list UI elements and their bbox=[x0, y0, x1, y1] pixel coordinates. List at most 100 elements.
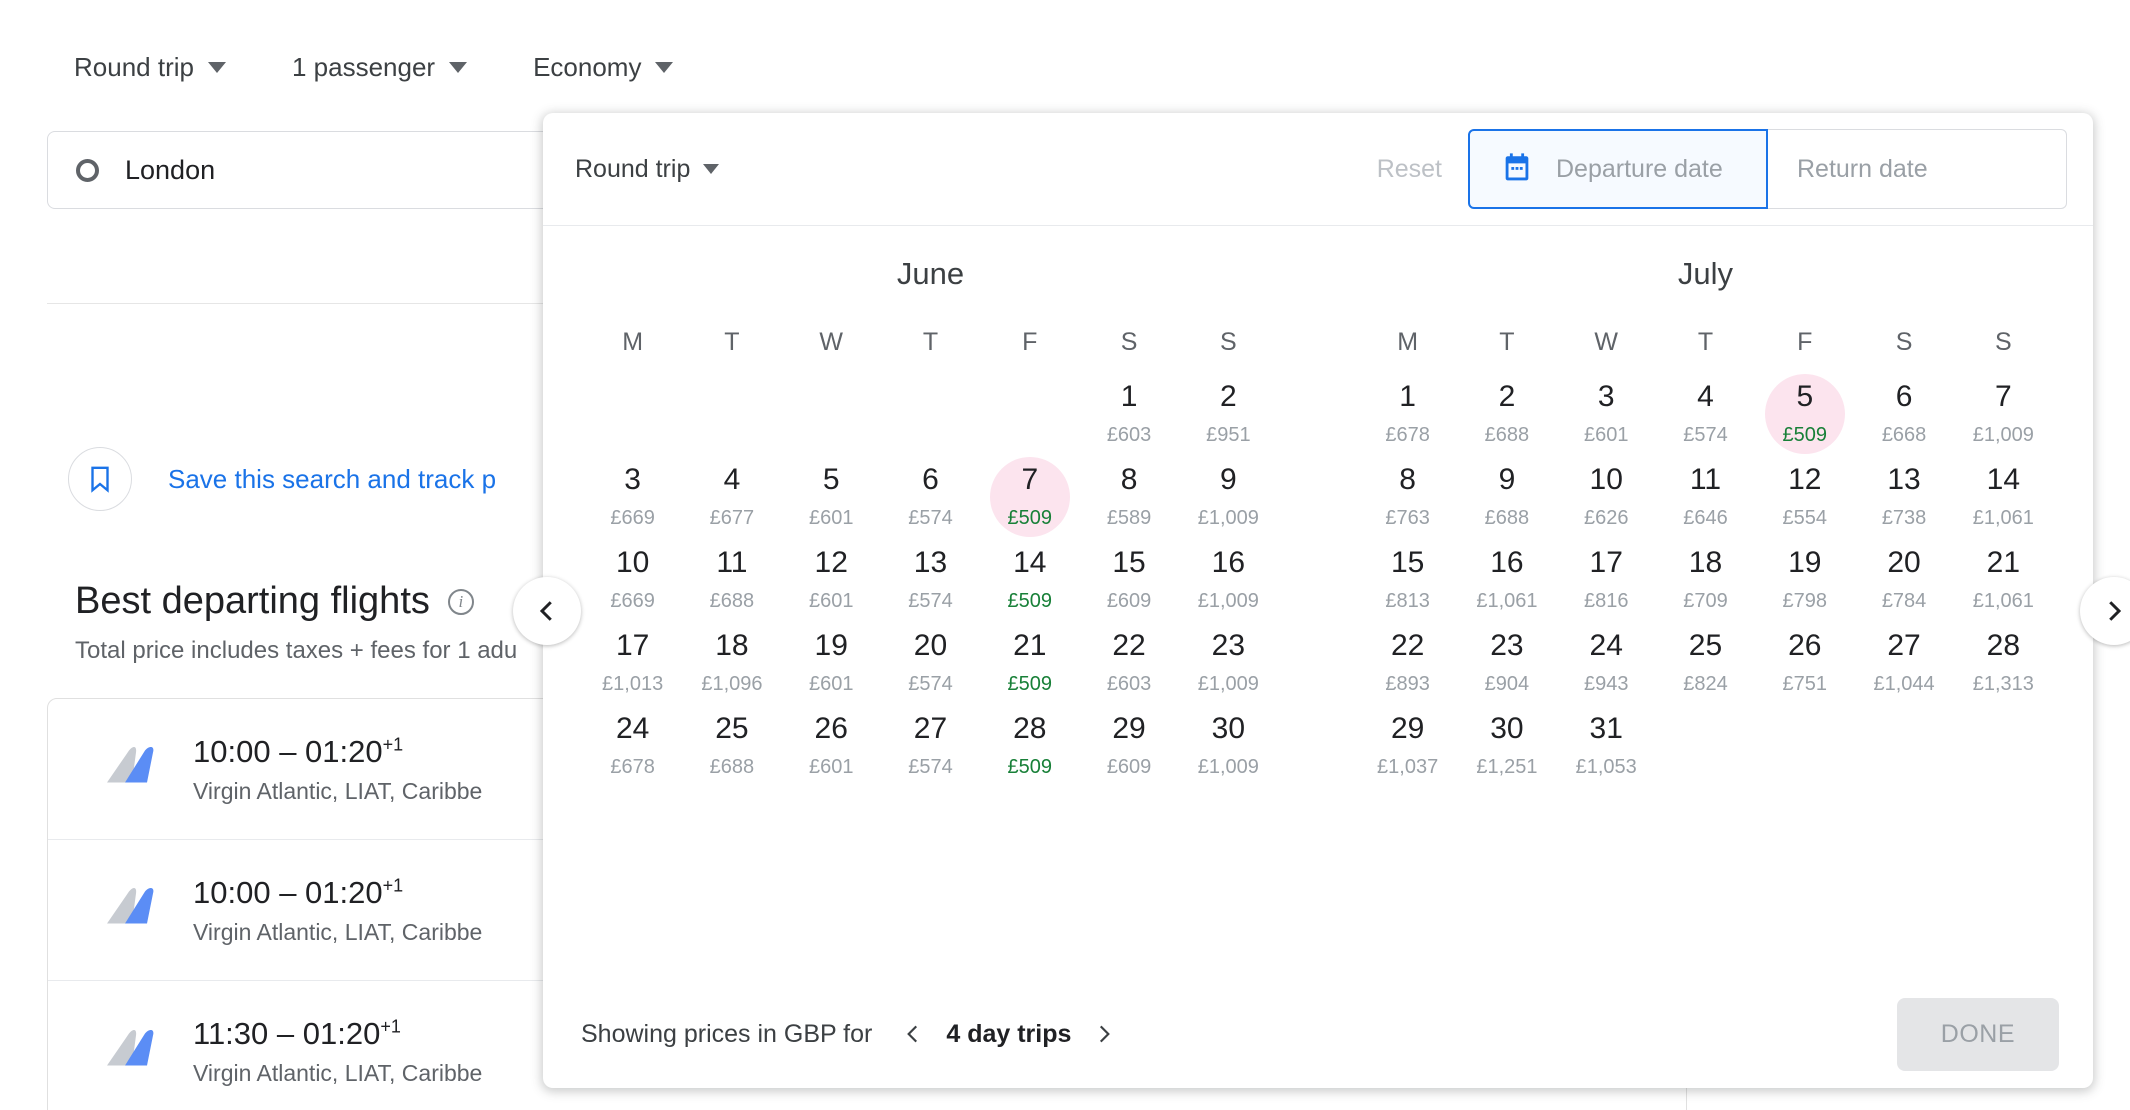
day-cell-july-14[interactable]: 14 £1,061 bbox=[1954, 462, 2053, 545]
day-cell-july-3[interactable]: 3 £601 bbox=[1557, 379, 1656, 462]
day-cell-july-5[interactable]: 5 £509 bbox=[1755, 374, 1854, 462]
day-cell-july-9[interactable]: 9 £688 bbox=[1457, 462, 1556, 545]
info-icon[interactable]: i bbox=[447, 588, 474, 615]
day-cell-july-23[interactable]: 23 £904 bbox=[1457, 628, 1556, 711]
trip-type-dropdown[interactable]: Round trip bbox=[575, 155, 720, 184]
day-cell-july-15[interactable]: 15 £813 bbox=[1358, 545, 1457, 628]
day-cell-june-16[interactable]: 16 £1,009 bbox=[1179, 545, 1278, 628]
day-cell-june-17[interactable]: 17 £1,013 bbox=[583, 628, 682, 711]
day-cell-july-24[interactable]: 24 £943 bbox=[1557, 628, 1656, 711]
empty-day-cell bbox=[682, 379, 781, 462]
increase-trip-length-button[interactable] bbox=[1089, 1019, 1119, 1049]
airline-logo bbox=[103, 1027, 165, 1076]
day-cell-june-29[interactable]: 29 £609 bbox=[1079, 711, 1178, 794]
day-cell-july-21[interactable]: 21 £1,061 bbox=[1954, 545, 2053, 628]
day-cell-june-12[interactable]: 12 £601 bbox=[782, 545, 881, 628]
day-price: £677 bbox=[709, 507, 755, 529]
day-price: £688 bbox=[709, 590, 755, 612]
day-cell-july-1[interactable]: 1 £678 bbox=[1358, 379, 1457, 462]
day-number: 4 bbox=[1697, 380, 1714, 413]
day-cell-june-30[interactable]: 30 £1,009 bbox=[1179, 711, 1278, 794]
day-cell-june-20[interactable]: 20 £574 bbox=[881, 628, 980, 711]
day-cell-june-10[interactable]: 10 £669 bbox=[583, 545, 682, 628]
day-price: £509 bbox=[1007, 756, 1053, 778]
day-cell-june-25[interactable]: 25 £688 bbox=[682, 711, 781, 794]
day-price: £1,061 bbox=[1476, 590, 1538, 612]
day-cell-june-19[interactable]: 19 £601 bbox=[782, 628, 881, 711]
day-price: £813 bbox=[1385, 590, 1430, 612]
day-cell-june-11[interactable]: 11 £688 bbox=[682, 545, 781, 628]
day-cell-june-6[interactable]: 6 £574 bbox=[881, 462, 980, 545]
day-cell-june-8[interactable]: 8 £589 bbox=[1079, 462, 1178, 545]
day-number: 17 bbox=[615, 629, 650, 662]
day-cell-june-28[interactable]: 28 £509 bbox=[980, 711, 1079, 794]
day-cell-july-31[interactable]: 31 £1,053 bbox=[1557, 711, 1656, 794]
day-number: 22 bbox=[1112, 629, 1146, 662]
day-cell-july-16[interactable]: 16 £1,061 bbox=[1457, 545, 1556, 628]
day-price: £509 bbox=[1007, 507, 1053, 529]
day-of-week-header: T bbox=[1499, 328, 1515, 356]
day-cell-june-13[interactable]: 13 £574 bbox=[881, 545, 980, 628]
done-button[interactable]: DONE bbox=[1896, 997, 2059, 1071]
date-picker-footer: Showing prices in GBP for 4 day trips DO… bbox=[543, 980, 2093, 1088]
day-cell-july-20[interactable]: 20 £784 bbox=[1854, 545, 1953, 628]
day-cell-july-30[interactable]: 30 £1,251 bbox=[1457, 711, 1556, 794]
day-price: £1,009 bbox=[1197, 756, 1259, 778]
day-number: 9 bbox=[1498, 463, 1516, 496]
option-chip-1[interactable]: 1 passenger bbox=[290, 48, 469, 87]
day-cell-june-27[interactable]: 27 £574 bbox=[881, 711, 980, 794]
day-cell-july-22[interactable]: 22 £893 bbox=[1358, 628, 1457, 711]
day-cell-july-26[interactable]: 26 £751 bbox=[1755, 628, 1854, 711]
return-date-placeholder: Return date bbox=[1797, 154, 1928, 183]
decrease-trip-length-button[interactable] bbox=[898, 1019, 928, 1049]
day-cell-june-1[interactable]: 1 £603 bbox=[1079, 379, 1178, 462]
day-cell-june-18[interactable]: 18 £1,096 bbox=[682, 628, 781, 711]
day-cell-july-25[interactable]: 25 £824 bbox=[1656, 628, 1755, 711]
reset-button[interactable]: Reset bbox=[1351, 155, 1468, 184]
option-chip-label: Economy bbox=[533, 52, 642, 82]
day-cell-june-21[interactable]: 21 £509 bbox=[980, 628, 1079, 711]
day-cell-july-28[interactable]: 28 £1,313 bbox=[1954, 628, 2053, 711]
flight-airlines: Virgin Atlantic, LIAT, Caribbe bbox=[193, 777, 483, 804]
day-cell-june-24[interactable]: 24 £678 bbox=[583, 711, 682, 794]
month-grid: M T W T F S S 1 £603 2 £951 3 £669 4 £677 5 £601 6 £574 7 £5… bbox=[583, 328, 1278, 794]
day-number: 9 bbox=[1220, 463, 1237, 496]
day-cell-july-6[interactable]: 6 £668 bbox=[1854, 379, 1953, 462]
day-cell-july-2[interactable]: 2 £688 bbox=[1457, 379, 1556, 462]
day-cell-july-8[interactable]: 8 £763 bbox=[1358, 462, 1457, 545]
day-cell-june-15[interactable]: 15 £609 bbox=[1079, 545, 1178, 628]
day-cell-july-11[interactable]: 11 £646 bbox=[1656, 462, 1755, 545]
day-price: £574 bbox=[908, 673, 953, 695]
day-cell-june-3[interactable]: 3 £669 bbox=[583, 462, 682, 545]
save-search-row[interactable]: Save this search and track p bbox=[68, 447, 496, 511]
day-cell-july-13[interactable]: 13 £738 bbox=[1854, 462, 1953, 545]
day-cell-june-5[interactable]: 5 £601 bbox=[782, 462, 881, 545]
day-cell-june-2[interactable]: 2 £951 bbox=[1179, 379, 1278, 462]
departure-date-input[interactable]: Departure date bbox=[1468, 129, 1768, 209]
day-cell-june-7[interactable]: 7 £509 bbox=[980, 457, 1079, 545]
day-cell-july-17[interactable]: 17 £816 bbox=[1557, 545, 1656, 628]
airline-logo bbox=[103, 745, 165, 794]
day-price: £574 bbox=[908, 590, 953, 612]
day-cell-june-22[interactable]: 22 £603 bbox=[1079, 628, 1178, 711]
prev-month-arrow[interactable] bbox=[513, 577, 581, 645]
day-cell-july-7[interactable]: 7 £1,009 bbox=[1954, 379, 2053, 462]
day-cell-july-10[interactable]: 10 £626 bbox=[1557, 462, 1656, 545]
return-date-input[interactable]: Return date bbox=[1767, 129, 2067, 209]
day-cell-july-29[interactable]: 29 £1,037 bbox=[1358, 711, 1457, 794]
day-cell-july-12[interactable]: 12 £554 bbox=[1755, 462, 1854, 545]
day-cell-june-9[interactable]: 9 £1,009 bbox=[1179, 462, 1278, 545]
day-cell-july-27[interactable]: 27 £1,044 bbox=[1854, 628, 1953, 711]
day-cell-july-4[interactable]: 4 £574 bbox=[1656, 379, 1755, 462]
day-number: 7 bbox=[1995, 380, 2012, 413]
day-cell-june-4[interactable]: 4 £677 bbox=[682, 462, 781, 545]
day-cell-june-23[interactable]: 23 £1,009 bbox=[1179, 628, 1278, 711]
day-cell-june-14[interactable]: 14 £509 bbox=[980, 545, 1079, 628]
day-price: £509 bbox=[1007, 673, 1053, 695]
day-number: 15 bbox=[1390, 546, 1425, 579]
day-cell-july-19[interactable]: 19 £798 bbox=[1755, 545, 1854, 628]
day-cell-july-18[interactable]: 18 £709 bbox=[1656, 545, 1755, 628]
option-chip-2[interactable]: Economy bbox=[531, 48, 675, 87]
day-cell-june-26[interactable]: 26 £601 bbox=[782, 711, 881, 794]
option-chip-0[interactable]: Round trip bbox=[72, 48, 228, 87]
